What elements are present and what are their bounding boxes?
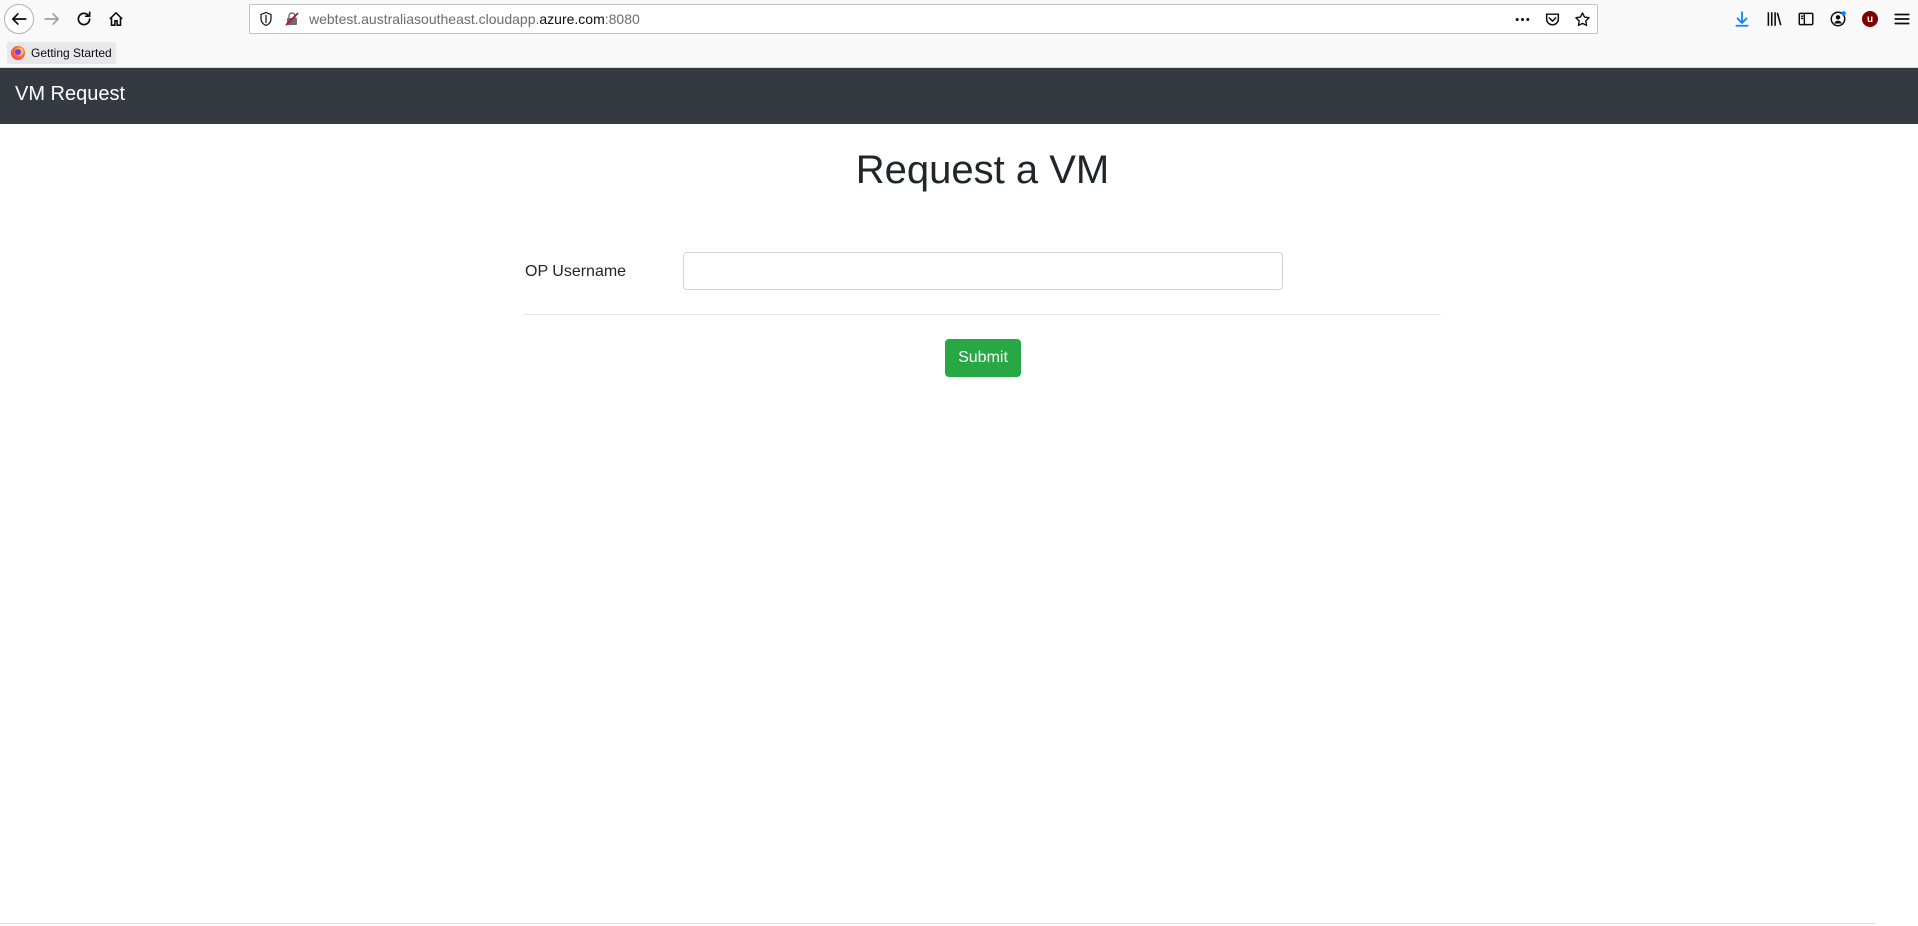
bottom-border <box>0 923 1875 924</box>
username-input[interactable] <box>683 252 1283 290</box>
firefox-icon <box>11 46 25 60</box>
page-title: Request a VM <box>855 148 1110 192</box>
username-label: OP Username <box>525 263 627 280</box>
reload-button[interactable] <box>69 4 99 34</box>
ublock-icon[interactable]: u <box>1854 6 1886 32</box>
bookmark-getting-started[interactable]: Getting Started <box>7 42 116 64</box>
url-host: azure.com <box>539 11 605 27</box>
bookmarks-toolbar: Getting Started <box>0 38 1918 68</box>
bookmark-label: Getting Started <box>31 46 112 60</box>
forward-icon <box>44 13 60 25</box>
sidebar-icon[interactable] <box>1790 6 1822 32</box>
insecure-lock-icon[interactable] <box>284 11 300 27</box>
pocket-icon[interactable] <box>1543 10 1561 28</box>
back-button[interactable] <box>4 4 34 34</box>
address-bar[interactable]: webtest.australiasoutheast.cloudapp.azur… <box>249 4 1598 34</box>
account-icon[interactable] <box>1822 6 1854 32</box>
library-icon[interactable] <box>1758 6 1790 32</box>
home-button[interactable] <box>101 4 131 34</box>
browser-toolbar: webtest.australiasoutheast.cloudapp.azur… <box>0 0 1918 38</box>
form-divider <box>525 314 1441 315</box>
download-icon[interactable] <box>1726 6 1758 32</box>
url-suffix: :8080 <box>604 11 640 27</box>
back-icon <box>11 13 27 25</box>
url-text[interactable]: webtest.australiasoutheast.cloudapp.azur… <box>309 11 640 27</box>
navbar-brand[interactable]: VM Request <box>15 83 125 106</box>
app-navbar: VM Request <box>0 68 1918 124</box>
reload-icon <box>77 11 91 26</box>
shield-icon[interactable] <box>258 11 274 27</box>
forward-button[interactable] <box>37 4 67 34</box>
url-prefix: webtest.australiasoutheast.cloudapp. <box>309 11 540 27</box>
menu-icon[interactable] <box>1886 6 1918 32</box>
ublock-letter: u <box>1862 11 1878 27</box>
bookmark-star-icon[interactable] <box>1573 10 1591 28</box>
page-actions-icon[interactable] <box>1513 10 1531 28</box>
submit-button[interactable]: Submit <box>945 339 1021 377</box>
home-icon <box>109 12 123 26</box>
